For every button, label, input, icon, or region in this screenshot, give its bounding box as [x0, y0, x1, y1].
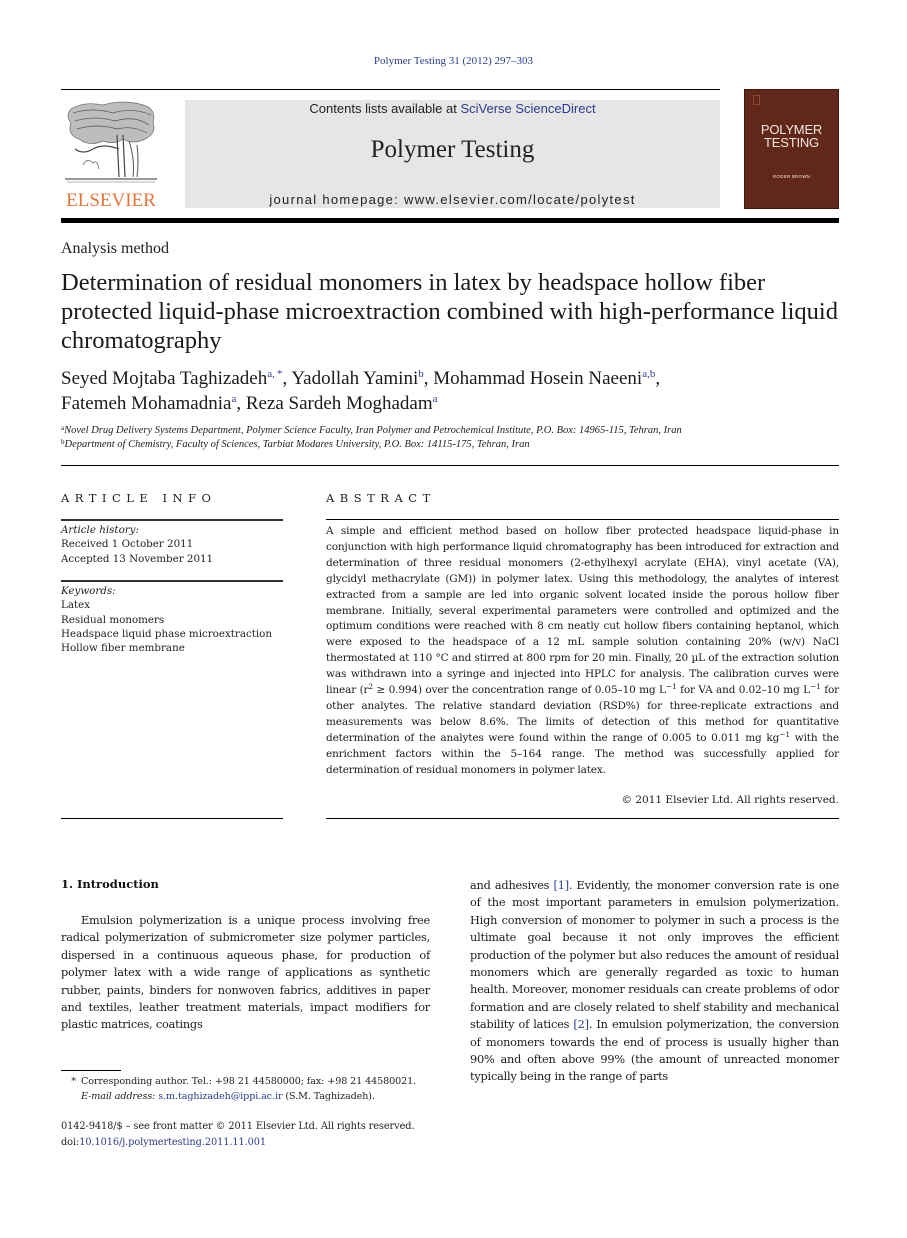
divider	[61, 465, 839, 466]
author-affiliation-link[interactable]: a,b	[642, 368, 655, 380]
doi-prefix: doi:	[61, 1136, 80, 1148]
superscript: −1	[665, 682, 677, 692]
author-affiliation-link[interactable]: b	[418, 368, 424, 380]
footnote-email-line: E-mail address: s.m.taghizadeh@ippi.ac.i…	[61, 1089, 431, 1104]
corresponding-author-footnote: * Corresponding author. Tel.: +98 21 4458…	[61, 1074, 431, 1104]
reference-link[interactable]: [2]	[573, 1018, 589, 1031]
journal-banner: Contents lists available at SciVerse Sci…	[185, 100, 720, 208]
header-thick-rule	[61, 218, 839, 223]
homepage-url-link[interactable]: www.elsevier.com/locate/polytest	[404, 192, 636, 207]
abstract-segment: A simple and efficient method based on h…	[326, 525, 839, 697]
journal-cover-image[interactable]: POLYMER TESTING ROGER BROWN	[744, 89, 839, 209]
abstract-copyright: © 2011 Elsevier Ltd. All rights reserved…	[621, 794, 839, 806]
homepage-prefix: journal homepage:	[269, 192, 405, 207]
keywords-label: Keywords:	[61, 585, 116, 597]
footnote-star: *	[71, 1076, 76, 1087]
keyword-item: Hollow fiber membrane	[61, 642, 185, 655]
accepted-date: Accepted 13 November 2011	[61, 552, 214, 565]
abstract-text: A simple and efficient method based on h…	[326, 524, 839, 779]
email-label: E-mail address:	[81, 1091, 156, 1102]
author-name[interactable]: Reza Sardeh Moghadam	[246, 393, 433, 414]
elsevier-wordmark: ELSEVIER	[66, 190, 156, 211]
abstract-segment: for VA and 0.02–10 mg L	[676, 684, 810, 697]
contents-line: Contents lists available at SciVerse Sci…	[185, 101, 720, 116]
affiliation-text: Department of Chemistry, Faculty of Scie…	[64, 439, 530, 450]
received-date: Received 1 October 2011	[61, 538, 194, 551]
elsevier-logo[interactable]: ELSEVIER	[61, 97, 161, 212]
footnote-divider	[61, 1070, 121, 1071]
cover-title: POLYMER TESTING	[745, 123, 838, 149]
author-name[interactable]: Fatemeh Mohamadnia	[61, 393, 231, 414]
elsevier-tree-icon	[65, 101, 157, 183]
issn-line: 0142-9418/$ – see front matter © 2011 El…	[61, 1121, 415, 1132]
affiliation-text: Novel Drug Delivery Systems Department, …	[64, 425, 682, 436]
body-segment: and adhesives	[470, 879, 554, 892]
divider	[326, 818, 839, 819]
header-top-rule	[61, 89, 720, 90]
doi-link[interactable]: 10.1016/j.polymertesting.2011.11.001	[79, 1137, 266, 1148]
superscript: −1	[779, 729, 790, 739]
article-history: Article history: Received 1 October 2011…	[61, 523, 291, 566]
divider	[61, 580, 283, 582]
contents-prefix: Contents lists available at	[309, 101, 461, 116]
body-text-right-column: and adhesives [1]. Evidently, the monome…	[470, 877, 839, 1086]
cover-title-line2: TESTING	[764, 135, 819, 150]
reference-link[interactable]: [1]	[554, 879, 570, 892]
keyword-item: Residual monomers	[61, 613, 165, 626]
author-name[interactable]: Yadollah Yamini	[291, 368, 418, 389]
affiliation-item: aNovel Drug Delivery Systems Department,…	[61, 424, 841, 438]
author-name[interactable]: Mohammad Hosein Naeeni	[433, 368, 642, 389]
abstract-segment: ≥ 0.994) over the concentration range of…	[373, 684, 666, 697]
article-type: Analysis method	[61, 240, 169, 257]
affiliations: aNovel Drug Delivery Systems Department,…	[61, 424, 841, 452]
keywords: Keywords: Latex Residual monomers Headsp…	[61, 584, 291, 655]
article-title: Determination of residual monomers in la…	[61, 269, 838, 354]
front-matter: 0142-9418/$ – see front matter © 2011 El…	[61, 1119, 441, 1150]
cover-editor: ROGER BROWN	[772, 174, 811, 179]
article-info-heading: ARTICLE INFO	[61, 491, 217, 505]
sciencedirect-link[interactable]: SciVerse ScienceDirect	[460, 101, 595, 116]
author-affiliation-link[interactable]: a	[231, 393, 236, 405]
divider	[326, 519, 839, 520]
keyword-item: Latex	[61, 599, 91, 612]
journal-name: Polymer Testing	[370, 136, 535, 163]
cover-emblem-icon	[753, 95, 760, 105]
section-heading-introduction: 1. Introduction	[61, 877, 159, 891]
footnote-corresponding: Corresponding author. Tel.: +98 21 44580…	[81, 1076, 417, 1087]
body-segment: . Evidently, the monomer conversion rate…	[470, 879, 839, 1032]
email-link[interactable]: s.m.taghizadeh@ippi.ac.ir	[158, 1091, 282, 1102]
email-suffix: (S.M. Taghizadeh).	[282, 1091, 375, 1102]
journal-reference-link[interactable]: Polymer Testing 31 (2012) 297–303	[0, 55, 907, 67]
affiliation-item: bDepartment of Chemistry, Faculty of Sci…	[61, 438, 841, 452]
article-history-label: Article history:	[61, 524, 139, 536]
divider	[61, 519, 283, 521]
author-affiliation-link[interactable]: a, *	[267, 368, 282, 380]
abstract-heading: ABSTRACT	[326, 491, 436, 505]
doi-line: doi:10.1016/j.polymertesting.2011.11.001	[61, 1135, 441, 1151]
footnote-line: * Corresponding author. Tel.: +98 21 4458…	[61, 1074, 431, 1089]
body-text-left-column: Emulsion polymerization is a unique proc…	[61, 914, 430, 1032]
superscript: −1	[809, 682, 821, 692]
author-list: Seyed Mojtaba Taghizadeha, *, Yadollah Y…	[61, 368, 661, 414]
keyword-item: Headspace liquid phase microextraction	[61, 627, 273, 640]
author-affiliation-link[interactable]: a	[433, 393, 438, 405]
divider	[61, 818, 283, 819]
author-name[interactable]: Seyed Mojtaba Taghizadeh	[61, 368, 267, 389]
homepage-line: journal homepage: www.elsevier.com/locat…	[185, 192, 720, 207]
